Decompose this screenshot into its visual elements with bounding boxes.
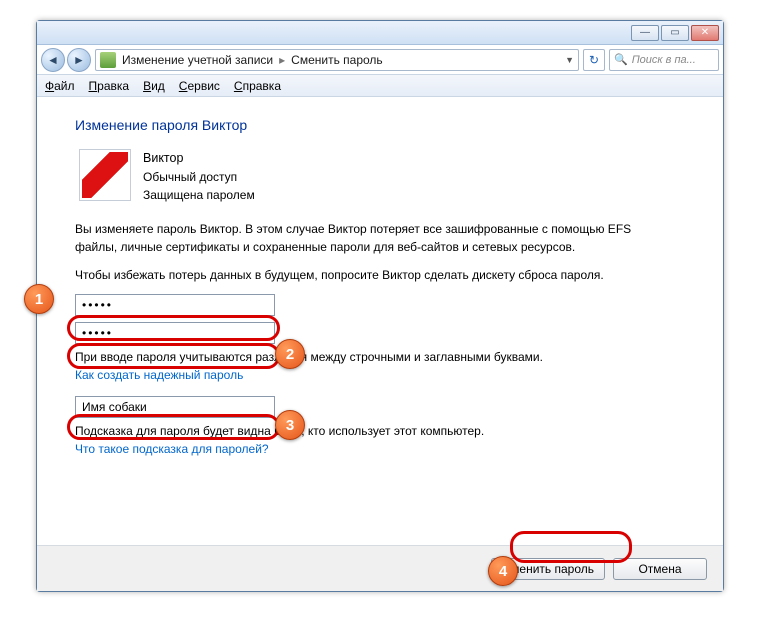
user-protected: Защищена паролем <box>143 186 255 204</box>
menu-file[interactable]: Файл <box>45 79 75 93</box>
footer: Сменить пароль Отмена <box>37 545 723 591</box>
avatar <box>79 149 131 201</box>
titlebar: — ▭ ✕ <box>37 21 723 45</box>
forward-button[interactable]: ► <box>67 48 91 72</box>
confirm-password-field[interactable] <box>75 322 275 344</box>
breadcrumb[interactable]: Изменение учетной записи ▸ Сменить парол… <box>95 49 579 71</box>
hint-help-link[interactable]: Что такое подсказка для паролей? <box>75 442 269 456</box>
search-icon: 🔍 <box>614 53 628 66</box>
change-password-button[interactable]: Сменить пароль <box>491 558 605 580</box>
page-title: Изменение пароля Виктор <box>75 117 693 133</box>
user-name: Виктор <box>143 149 255 168</box>
user-access: Обычный доступ <box>143 168 255 186</box>
menu-tools[interactable]: Сервис <box>179 79 220 93</box>
search-placeholder: Поиск в па... <box>632 54 696 66</box>
hint-visibility-note: Подсказка для пароля будет видна всем, к… <box>75 424 693 438</box>
users-icon <box>100 52 116 68</box>
minimize-button[interactable]: — <box>631 25 659 41</box>
user-info: Виктор Обычный доступ Защищена паролем <box>143 149 255 204</box>
warning-efs: Вы изменяете пароль Виктор. В этом случа… <box>75 220 665 256</box>
strong-password-link[interactable]: Как создать надежный пароль <box>75 368 243 382</box>
refresh-button[interactable]: ↻ <box>583 49 605 71</box>
password-hint-field[interactable] <box>75 396 275 418</box>
maximize-button[interactable]: ▭ <box>661 25 689 41</box>
navbar: ◄ ► Изменение учетной записи ▸ Сменить п… <box>37 45 723 75</box>
new-password-field[interactable] <box>75 294 275 316</box>
user-block: Виктор Обычный доступ Защищена паролем <box>79 149 693 204</box>
breadcrumb-part1: Изменение учетной записи <box>122 53 273 67</box>
menubar: Файл Правка Вид Сервис Справка <box>37 75 723 97</box>
back-button[interactable]: ◄ <box>41 48 65 72</box>
close-button[interactable]: ✕ <box>691 25 719 41</box>
breadcrumb-dropdown-icon[interactable]: ▼ <box>565 55 574 65</box>
window-chrome: — ▭ ✕ ◄ ► Изменение учетной записи ▸ Сме… <box>36 20 724 592</box>
menu-edit[interactable]: Правка <box>89 79 130 93</box>
menu-help[interactable]: Справка <box>234 79 281 93</box>
warning-floppy: Чтобы избежать потерь данных в будущем, … <box>75 266 665 284</box>
menu-view[interactable]: Вид <box>143 79 165 93</box>
content-area: Изменение пароля Виктор Виктор Обычный д… <box>37 97 723 545</box>
breadcrumb-part2: Сменить пароль <box>291 53 383 67</box>
search-input[interactable]: 🔍 Поиск в па... <box>609 49 719 71</box>
cancel-button[interactable]: Отмена <box>613 558 707 580</box>
case-note: При вводе пароля учитываются различия ме… <box>75 350 693 364</box>
chevron-right-icon: ▸ <box>279 53 285 67</box>
